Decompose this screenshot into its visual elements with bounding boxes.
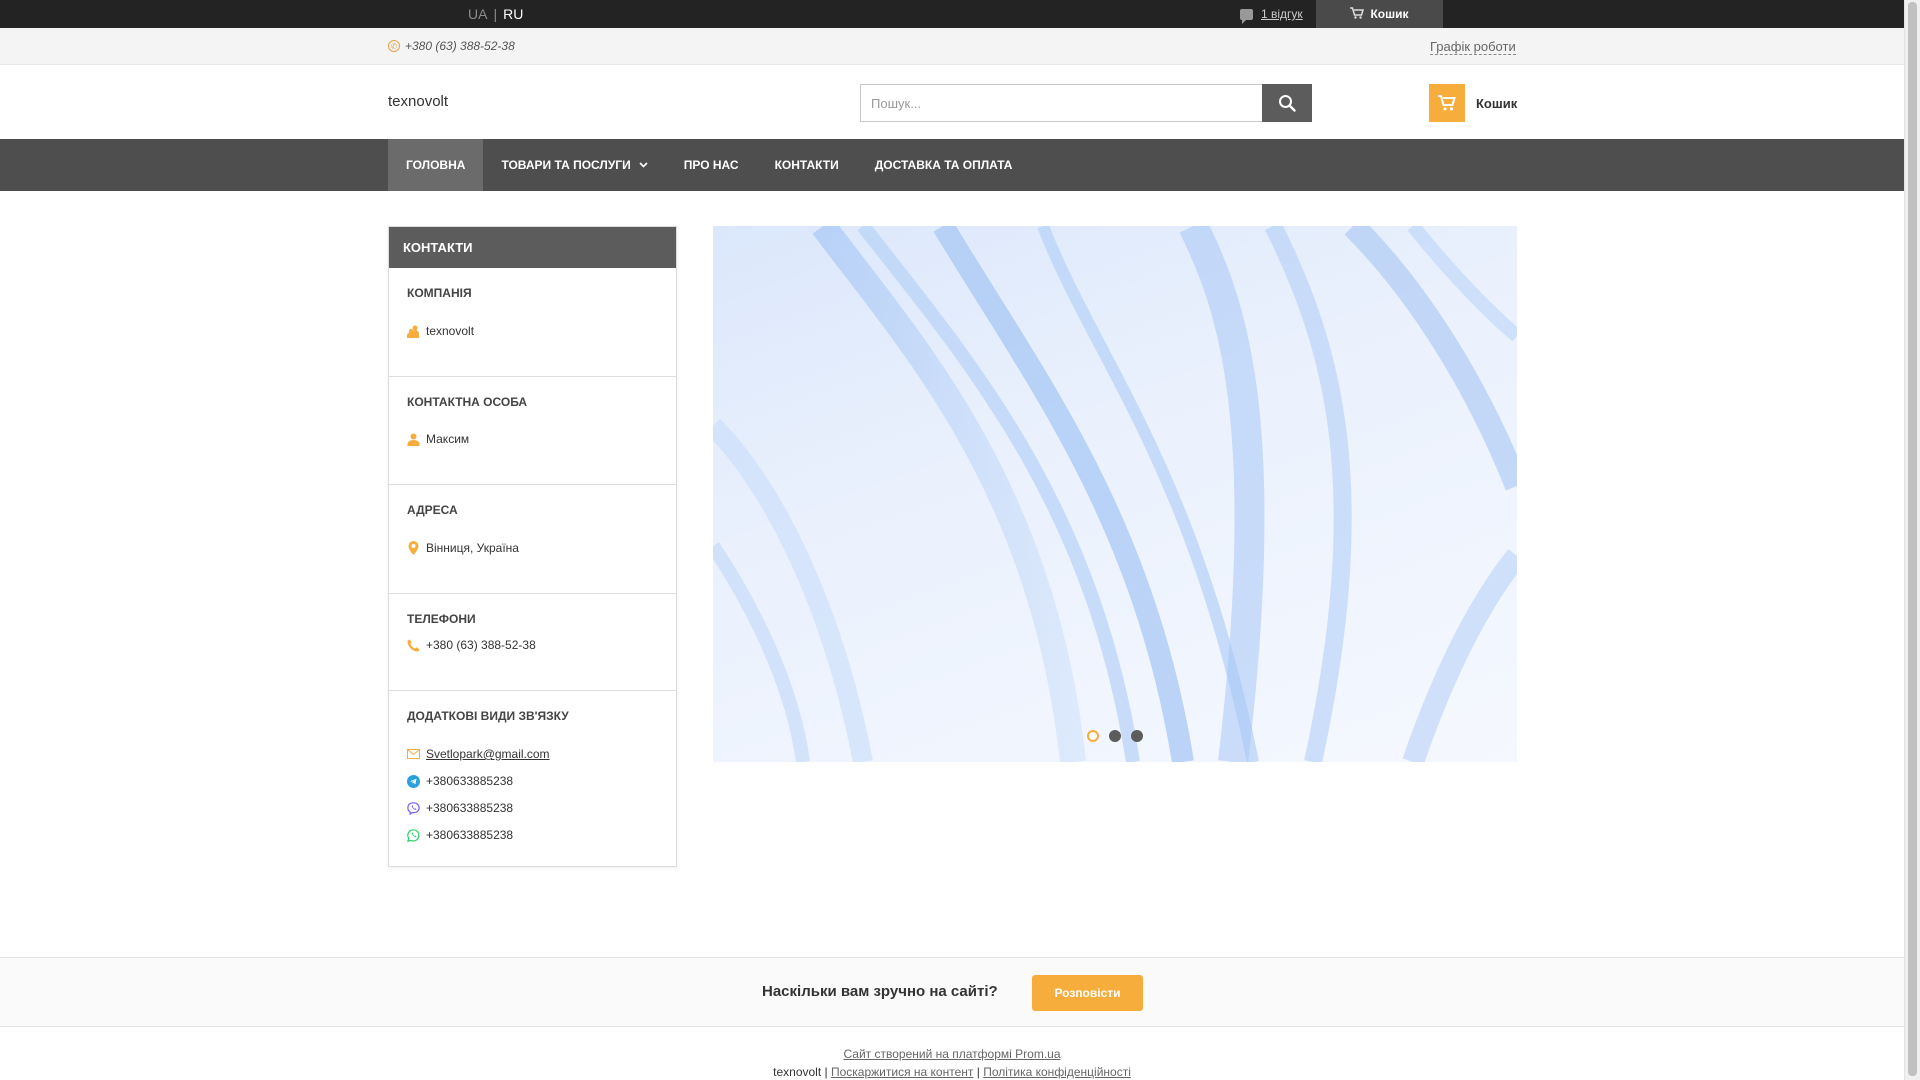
person-row: Максим — [407, 432, 658, 446]
reviews: 1 відгук — [1240, 0, 1303, 28]
header: texnovolt Кошик — [0, 65, 1904, 139]
search-icon — [1279, 95, 1296, 112]
nav-item-home[interactable]: ГОЛОВНА — [388, 139, 484, 191]
feedback-button[interactable]: Розповісти — [1032, 975, 1143, 1011]
nav-item-label: КОНТАКТИ — [774, 158, 839, 172]
telegram-icon — [407, 774, 420, 788]
lang-ua-link[interactable]: UA — [468, 6, 487, 22]
site-logo[interactable]: texnovolt — [388, 93, 448, 110]
slider-dot-1[interactable] — [1087, 730, 1099, 742]
feedback-bar: Наскільки вам зручно на сайті? Розповіст… — [0, 957, 1904, 1027]
top-cart-label: Кошик — [1370, 7, 1409, 21]
person-section: КОНТАКТНА ОСОБА Максим — [389, 377, 676, 485]
nav-item-about[interactable]: ПРО НАС — [666, 139, 757, 191]
footer-platform: Сайт створений на платформі Prom.ua — [0, 1047, 1904, 1061]
search-button[interactable] — [1262, 84, 1312, 122]
nav-item-label: ДОСТАВКА ТА ОПЛАТА — [874, 158, 1013, 172]
phones-section: ТЕЛЕФОНИ +380 (63) 388-52-38 — [389, 594, 676, 691]
telegram-number[interactable]: +380633885238 — [426, 774, 513, 788]
cart-icon — [1429, 84, 1465, 122]
comment-icon — [1240, 8, 1253, 24]
complain-link[interactable]: Поскаржитися на контент — [831, 1065, 973, 1079]
nav-item-label: ПРО НАС — [683, 158, 739, 172]
whatsapp-row: +380633885238 — [407, 828, 658, 842]
slider-dot-2[interactable] — [1109, 730, 1121, 742]
slider-dot-3[interactable] — [1131, 730, 1143, 742]
company-row: texnovolt — [407, 324, 658, 338]
whatsapp-icon — [407, 828, 420, 842]
scrollbar-thumb[interactable] — [1908, 2, 1917, 1076]
header-phone: ✆ +380 (63) 388-52-38 — [388, 39, 515, 53]
page-scrollbar[interactable] — [1904, 0, 1920, 1080]
nav-item-delivery[interactable]: ДОСТАВКА ТА ОПЛАТА — [857, 139, 1031, 191]
address-text: Вінниця, Україна — [426, 541, 519, 555]
nav-item-label: ГОЛОВНА — [406, 158, 466, 172]
schedule-link[interactable]: Графік роботи — [1430, 39, 1516, 55]
search-input[interactable] — [860, 84, 1262, 122]
contact-phone[interactable]: +380 (63) 388-52-38 — [426, 638, 536, 652]
company-icon — [407, 325, 420, 338]
viber-number[interactable]: +380633885238 — [426, 801, 513, 815]
phone-icon: ✆ — [388, 40, 400, 52]
nav-item-contacts[interactable]: КОНТАКТИ — [757, 139, 857, 191]
top-bar: UA | RU 1 відгук Кошик — [0, 0, 1904, 28]
footer-company: texnovolt — [773, 1065, 822, 1079]
privacy-link[interactable]: Політика конфіденційності — [983, 1065, 1131, 1079]
top-cart-button[interactable]: Кошик — [1316, 0, 1443, 28]
email-link[interactable]: Svetlopark@gmail.com — [426, 747, 550, 761]
viber-icon — [407, 801, 420, 815]
footer-separator: | — [976, 1065, 980, 1079]
platform-link[interactable]: Сайт створений на платформі Prom.ua — [844, 1047, 1061, 1061]
header-cart-label: Кошик — [1476, 95, 1518, 111]
language-switcher: UA | RU — [468, 6, 523, 22]
address-heading: АДРЕСА — [407, 503, 458, 517]
person-heading: КОНТАКТНА ОСОБА — [407, 395, 528, 409]
viber-row: +380633885238 — [407, 801, 658, 815]
contacts-title: КОНТАКТИ — [389, 227, 676, 268]
email-row: Svetlopark@gmail.com — [407, 747, 658, 761]
feedback-question: Наскільки вам зручно на сайті? — [762, 983, 998, 1000]
banner-slider[interactable] — [713, 226, 1517, 762]
location-pin-icon — [407, 541, 420, 555]
cart-icon — [1350, 6, 1365, 22]
nav-item-products[interactable]: ТОВАРИ ТА ПОСЛУГИ — [483, 139, 665, 191]
company-name: texnovolt — [426, 324, 475, 338]
extra-contacts-section: ДОДАТКОВІ ВИДИ ЗВ'ЯЗКУ Svetlopark@gmail.… — [389, 691, 676, 866]
phones-heading: ТЕЛЕФОНИ — [407, 612, 476, 626]
footer-separator: | — [824, 1065, 828, 1079]
page: UA | RU 1 відгук Кошик ✆ +380 (63) 388-5… — [0, 0, 1904, 1080]
banner-image — [713, 226, 1517, 762]
company-heading: КОМПАНІЯ — [407, 286, 472, 300]
telegram-row: +380633885238 — [407, 774, 658, 788]
phone-icon — [407, 639, 420, 652]
person-name: Максим — [426, 432, 470, 446]
address-row: Вінниця, Україна — [407, 541, 658, 555]
address-section: АДРЕСА Вінниця, Україна — [389, 485, 676, 594]
extra-contacts-heading: ДОДАТКОВІ ВИДИ ЗВ'ЯЗКУ — [407, 709, 569, 723]
chevron-down-icon — [639, 160, 648, 171]
footer-bottom: texnovolt | Поскаржитися на контент | По… — [0, 1065, 1904, 1079]
company-section: КОМПАНІЯ texnovolt — [389, 268, 676, 377]
lang-ru-link[interactable]: RU — [503, 6, 523, 22]
whatsapp-number[interactable]: +380633885238 — [426, 828, 513, 842]
phone-bar: ✆ +380 (63) 388-52-38 Графік роботи — [0, 28, 1904, 65]
main-nav: ГОЛОВНА ТОВАРИ ТА ПОСЛУГИ ПРО НАС КОНТАК… — [0, 139, 1904, 191]
header-cart[interactable]: Кошик — [1429, 84, 1517, 122]
nav-item-label: ТОВАРИ ТА ПОСЛУГИ — [501, 158, 631, 172]
header-phone-number[interactable]: +380 (63) 388-52-38 — [405, 39, 515, 53]
contacts-panel: КОНТАКТИ КОМПАНІЯ texnovolt КОНТАКТНА ОС… — [388, 226, 677, 867]
email-icon — [407, 748, 420, 761]
lang-separator: | — [493, 6, 498, 22]
search-form — [860, 84, 1312, 122]
slider-dots — [713, 730, 1517, 742]
phone-row: +380 (63) 388-52-38 — [407, 638, 658, 652]
reviews-link[interactable]: 1 відгук — [1261, 7, 1303, 21]
user-icon — [407, 433, 420, 446]
